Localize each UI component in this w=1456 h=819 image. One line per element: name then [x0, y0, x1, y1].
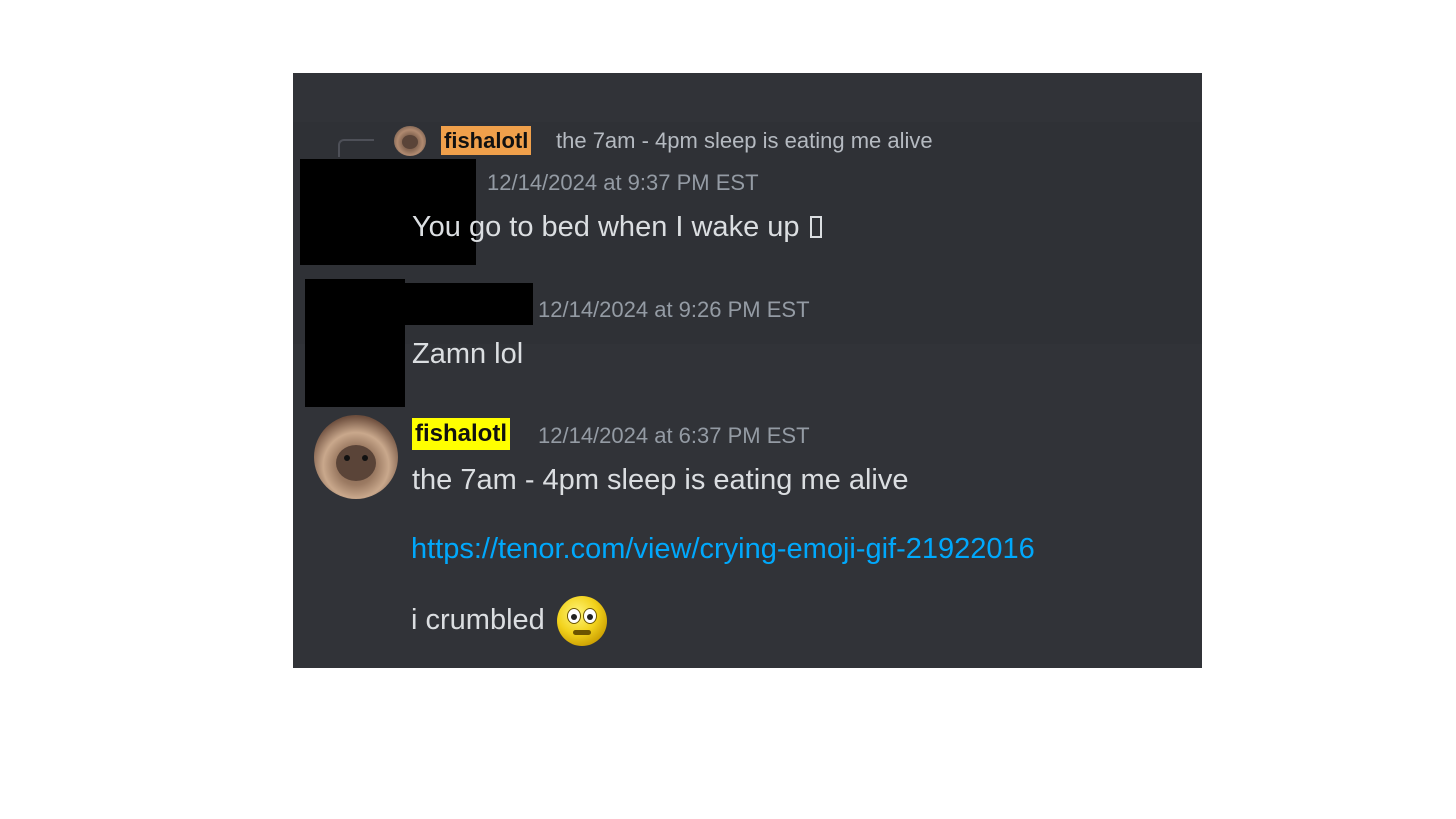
- reply-connector: [338, 139, 374, 157]
- message-text-content: You go to bed when I wake up: [412, 211, 800, 243]
- message-timestamp: 12/14/2024 at 6:37 PM EST: [538, 423, 810, 448]
- message-timestamp: 12/14/2024 at 9:37 PM EST: [487, 170, 759, 195]
- message-username[interactable]: fishalotl: [412, 418, 511, 450]
- tenor-link[interactable]: https://tenor.com/view/crying-emoji-gif-…: [411, 533, 1035, 565]
- message-text: the 7am - 4pm sleep is eating me alive: [412, 464, 909, 496]
- message-timestamp: 12/14/2024 at 9:26 PM EST: [538, 297, 810, 322]
- message-text: Zamn lol: [412, 338, 524, 370]
- reply-avatar[interactable]: [394, 126, 426, 156]
- message-link-line: https://tenor.com/view/crying-emoji-gif-…: [411, 531, 1035, 567]
- message-text-content: i crumbled: [411, 604, 545, 636]
- flushed-emoji-icon: [556, 596, 607, 647]
- chat-panel: fishalotl the 7am - 4pm sleep is eating …: [293, 73, 1202, 668]
- redacted-avatar: [305, 279, 405, 407]
- missing-glyph-icon: [809, 216, 822, 238]
- user-avatar[interactable]: [314, 415, 398, 499]
- redacted-username: [403, 283, 533, 325]
- reply-preview-text[interactable]: the 7am - 4pm sleep is eating me alive: [556, 126, 933, 155]
- message-text: i crumbled: [411, 595, 607, 647]
- message-text: You go to bed when I wake up: [412, 209, 822, 245]
- reply-username[interactable]: fishalotl: [441, 126, 532, 155]
